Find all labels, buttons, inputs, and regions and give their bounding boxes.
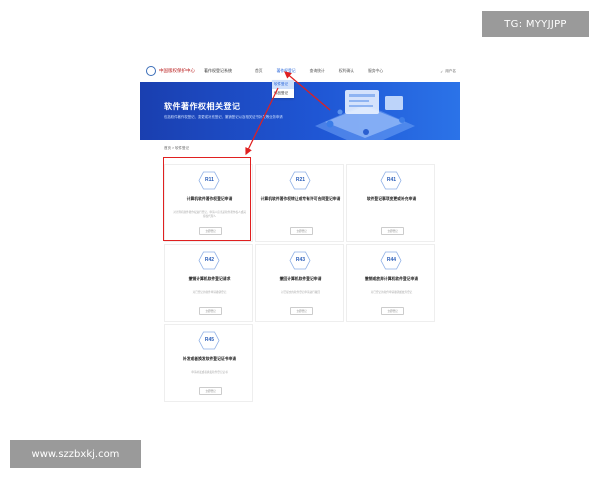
arrow-to-card bbox=[245, 87, 279, 156]
annotation-arrows bbox=[245, 71, 331, 156]
arrow-to-nav bbox=[284, 71, 331, 111]
